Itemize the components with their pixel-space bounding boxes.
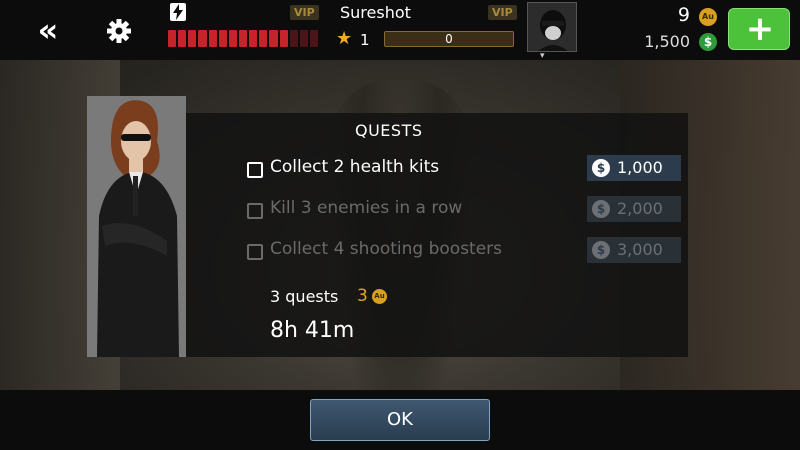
- health-segment: [208, 30, 217, 47]
- reward-amount: 2,000: [617, 199, 663, 218]
- health-segment: [259, 30, 268, 47]
- checkbox-icon: [247, 244, 263, 260]
- reward-amount: 1,000: [617, 158, 663, 177]
- health-bar: [168, 30, 319, 47]
- bolt-icon: [170, 3, 186, 21]
- health-segment: [188, 30, 197, 47]
- cash-coin-icon: $: [699, 33, 717, 51]
- health-segment: [269, 30, 278, 47]
- quest-reward-1: $ 1,000: [587, 155, 681, 181]
- ok-button[interactable]: OK: [310, 399, 490, 441]
- avatar-icon: [528, 3, 576, 51]
- vip-badge-left: VIP: [290, 5, 319, 20]
- cash-coin-icon: $: [592, 241, 610, 259]
- agent-portrait: [87, 96, 186, 357]
- reward-amount: 3,000: [617, 240, 663, 259]
- player-name: Sureshot: [340, 3, 411, 22]
- cash-amount: 1,500: [644, 32, 690, 51]
- quests-summary-label: 3 quests: [270, 287, 339, 306]
- health-segment: [198, 30, 207, 47]
- cash-coin-icon: $: [592, 159, 610, 177]
- add-currency-button[interactable]: +: [728, 8, 790, 50]
- gold-coin-icon: Au: [372, 289, 387, 304]
- quest-label: Collect 2 health kits: [270, 157, 440, 177]
- quest-reward-2: $ 2,000: [587, 196, 681, 222]
- settings-button[interactable]: [100, 12, 138, 50]
- cash-coin-icon: $: [592, 200, 610, 218]
- quest-reward-3: $ 3,000: [587, 237, 681, 263]
- player-rank: 1: [360, 31, 370, 49]
- quest-label: Kill 3 enemies in a row: [270, 198, 463, 218]
- gold-amount: 9: [677, 4, 690, 26]
- checkbox-icon: [247, 162, 263, 178]
- back-chevrons-icon: «: [37, 11, 58, 49]
- plus-icon: +: [745, 9, 775, 49]
- health-segment: [289, 30, 298, 47]
- chevron-down-icon[interactable]: ▾: [540, 51, 545, 61]
- health-segment: [178, 30, 187, 47]
- checkbox-icon: [247, 203, 263, 219]
- health-segment: [249, 30, 258, 47]
- health-segment: [168, 30, 177, 47]
- health-segment: [309, 30, 319, 47]
- gear-icon: [107, 19, 131, 43]
- back-button[interactable]: «: [24, 12, 64, 48]
- health-segment: [299, 30, 308, 47]
- gold-coin-icon: Au: [699, 8, 717, 26]
- health-segment: [238, 30, 248, 47]
- health-segment: [279, 30, 288, 47]
- vip-badge-right: VIP: [488, 5, 517, 20]
- avatar[interactable]: [527, 2, 577, 52]
- quests-timer: 8h 41m: [270, 318, 355, 343]
- xp-bar: 0: [384, 31, 514, 47]
- quest-label: Collect 4 shooting boosters: [270, 239, 503, 259]
- health-segment: [218, 30, 227, 47]
- star-icon: ★: [336, 28, 353, 49]
- health-segment: [228, 30, 237, 47]
- quests-summary-gold: 3: [357, 286, 368, 306]
- quests-title: QUESTS: [355, 121, 423, 140]
